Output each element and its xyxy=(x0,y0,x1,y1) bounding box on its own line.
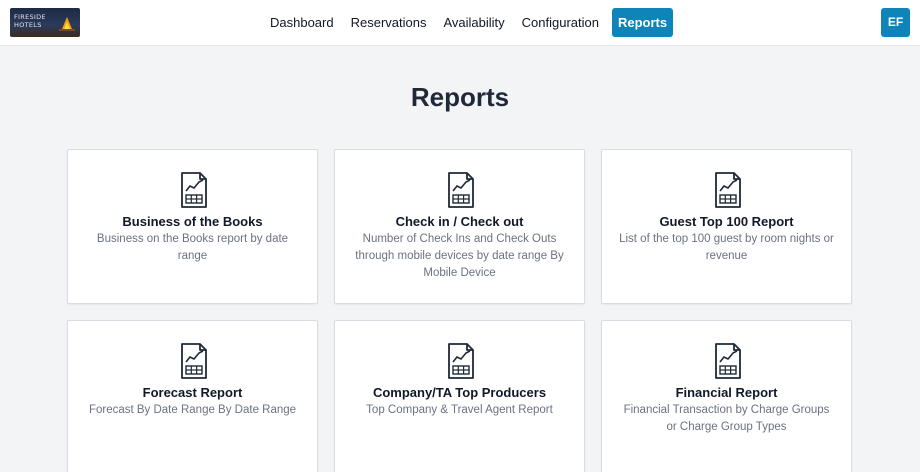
report-title: Financial Report xyxy=(675,385,778,400)
logo-line-1: FIRESIDE xyxy=(14,13,46,21)
report-title: Business of the Books xyxy=(122,214,263,229)
fireside-hotels-logo[interactable]: FIRESIDE HOTELS xyxy=(10,8,80,37)
report-card-business-of-the-books[interactable]: Business of the Books Business on the Bo… xyxy=(67,149,318,304)
report-chart-icon xyxy=(448,343,474,379)
campfire-logs xyxy=(59,29,75,31)
nav-availability[interactable]: Availability xyxy=(435,8,512,37)
report-description: Top Company & Travel Agent Report xyxy=(366,404,553,416)
report-card-company-ta-top-producers[interactable]: Company/TA Top Producers Top Company & T… xyxy=(334,320,585,472)
campfire-flame-inner xyxy=(64,22,70,29)
report-card-financial[interactable]: Financial Report Financial Transaction b… xyxy=(601,320,852,472)
report-description: List of the top 100 guest by room nights… xyxy=(619,233,834,262)
top-navbar: FIRESIDE HOTELS Dashboard Reservations A… xyxy=(0,0,920,46)
nav-reports[interactable]: Reports xyxy=(612,8,674,37)
nav-dashboard[interactable]: Dashboard xyxy=(262,8,342,37)
user-avatar[interactable]: EF xyxy=(881,8,910,37)
report-card-check-in-check-out[interactable]: Check in / Check out Number of Check Ins… xyxy=(334,149,585,304)
report-title: Guest Top 100 Report xyxy=(659,214,794,229)
logo-line-2: HOTELS xyxy=(14,21,42,29)
report-description: Financial Transaction by Charge Groups o… xyxy=(623,404,830,433)
report-description: Business on the Books report by date ran… xyxy=(96,233,289,262)
nav-reservations[interactable]: Reservations xyxy=(343,8,435,37)
report-chart-icon xyxy=(715,172,741,208)
report-chart-icon xyxy=(181,172,207,208)
report-title: Check in / Check out xyxy=(395,214,524,229)
main-nav: Dashboard Reservations Availability Conf… xyxy=(262,8,674,37)
report-card-forecast[interactable]: Forecast Report Forecast By Date Range B… xyxy=(67,320,318,472)
report-chart-icon xyxy=(715,343,741,379)
nav-configuration[interactable]: Configuration xyxy=(514,8,607,37)
report-chart-icon xyxy=(181,343,207,379)
report-title: Forecast Report xyxy=(142,385,243,400)
report-title: Company/TA Top Producers xyxy=(372,385,547,400)
report-chart-icon xyxy=(448,172,474,208)
page-title: Reports xyxy=(410,82,510,112)
report-description: Number of Check Ins and Check Outs throu… xyxy=(355,233,564,279)
report-card-guest-top-100[interactable]: Guest Top 100 Report List of the top 100… xyxy=(601,149,852,304)
report-description: Forecast By Date Range By Date Range xyxy=(88,404,297,416)
